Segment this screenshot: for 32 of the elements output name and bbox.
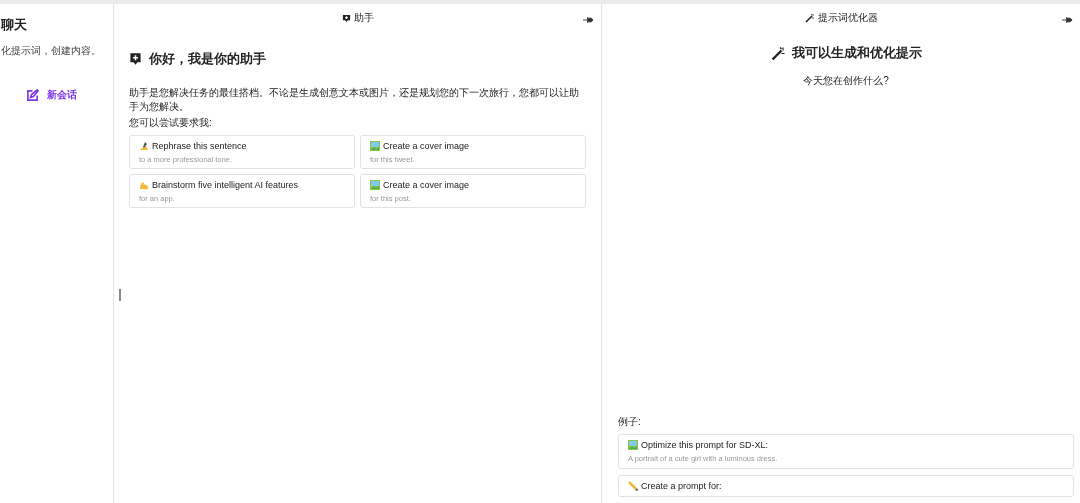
- pin-icon[interactable]: [583, 16, 594, 24]
- example-title: Create a prompt for:: [641, 481, 722, 491]
- magic-wand-icon: [770, 45, 786, 61]
- suggestion-title: Create a cover image: [383, 180, 470, 190]
- pencil-icon: [628, 481, 638, 491]
- picture-icon: [370, 141, 380, 151]
- sidebar-subtitle: 化提示词，创建内容。: [1, 44, 101, 58]
- writing-hand-icon: [139, 141, 149, 151]
- suggestion-title: Rephrase this sentence: [152, 141, 247, 151]
- intro-text: 助手是您解决任务的最佳搭档。不论是生成创意文本或图片，还是规划您的下一次旅行，您都可以让助手为您解决。: [129, 86, 580, 114]
- optimizer-heading: 我可以生成和优化提示: [791, 44, 922, 62]
- greeting-heading: 你好，我是你的助手: [149, 50, 266, 68]
- sidebar-title: 聊天: [1, 16, 27, 34]
- suggestion-title: Brainstorm five intelligent AI features: [152, 180, 299, 190]
- example-card[interactable]: Create a prompt for:: [618, 475, 1074, 497]
- edit-icon: [26, 88, 39, 102]
- panel-title: 提示词优化器: [804, 11, 878, 25]
- magic-wand-icon: [804, 13, 815, 23]
- example-title: Optimize this prompt for SD-XL:: [641, 440, 769, 450]
- picture-icon: [628, 440, 638, 450]
- pin-icon[interactable]: [1062, 16, 1073, 24]
- new-chat-button[interactable]: 新会话: [26, 88, 77, 102]
- assistant-icon: [129, 52, 142, 66]
- assistant-icon: [341, 13, 351, 23]
- prompt-text: 您可以尝试要求我:: [129, 116, 213, 130]
- examples-label: 例子:: [618, 415, 642, 429]
- panel-title: 助手: [341, 11, 374, 25]
- resize-handle[interactable]: [119, 289, 121, 301]
- question-text: 今天您在创作什么?: [802, 74, 890, 88]
- picture-icon: [370, 180, 380, 190]
- flexed-arm-icon: [139, 180, 149, 190]
- suggestion-title: Create a cover image: [383, 141, 470, 151]
